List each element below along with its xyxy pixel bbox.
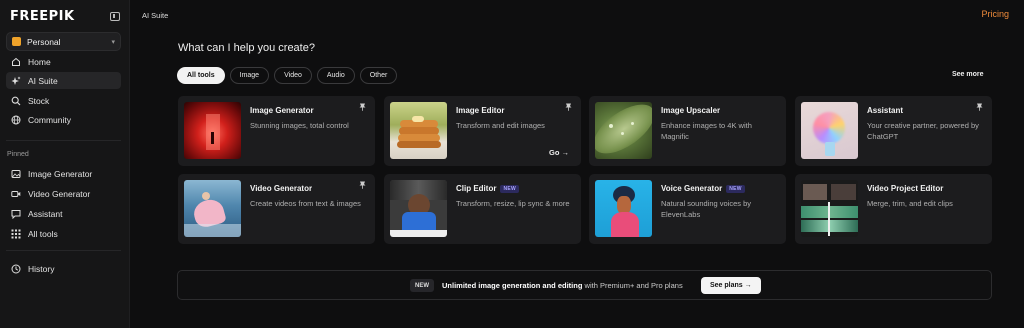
filter-other[interactable]: Other xyxy=(359,67,398,84)
new-badge: NEW xyxy=(500,184,520,193)
sidebar-divider xyxy=(6,250,121,251)
tool-card-clip-editor[interactable]: Clip Editor NEW Transform, resize, lip sy… xyxy=(384,174,581,244)
top-bar: AI Suite Pricing xyxy=(130,0,1024,32)
pinned-item-video-generator[interactable]: Video Generator xyxy=(6,185,121,202)
image-editor-thumbnail xyxy=(390,102,447,159)
nav-label: History xyxy=(28,263,55,274)
sidebar: FREEPIK Personal ▾ Home AI Suite Stock C… xyxy=(0,0,130,328)
tool-card-image-upscaler[interactable]: Image Upscaler Enhance images to 4K with… xyxy=(589,96,786,166)
tool-title: Image Generator xyxy=(250,106,314,115)
nav-item-community[interactable]: Community xyxy=(6,111,121,128)
tool-description: Your creative partner, powered by ChatGP… xyxy=(867,121,979,141)
app-root: FREEPIK Personal ▾ Home AI Suite Stock C… xyxy=(0,0,1024,328)
filter-tabs: All tools Image Video Audio Other xyxy=(177,67,398,84)
tool-card-image-editor[interactable]: Image Editor Transform and edit images G… xyxy=(384,96,581,166)
breadcrumb: AI Suite xyxy=(142,11,169,20)
video-icon xyxy=(11,189,21,199)
video-generator-thumbnail xyxy=(184,180,241,237)
tool-title: Video Generator xyxy=(250,184,313,193)
pinned-item-all-tools[interactable]: All tools xyxy=(6,225,121,242)
history-icon xyxy=(11,264,21,274)
nav-item-ai-suite[interactable]: AI Suite xyxy=(6,72,121,89)
see-more-link[interactable]: See more xyxy=(952,71,984,78)
workspace-avatar-icon xyxy=(12,37,21,46)
nav-label: Assistant xyxy=(28,208,63,219)
pinned-item-image-generator[interactable]: Image Generator xyxy=(6,165,121,182)
nav-label: Image Generator xyxy=(28,168,93,179)
assistant-thumbnail xyxy=(801,102,858,159)
workspace-label: Personal xyxy=(27,36,61,47)
new-badge: NEW xyxy=(726,184,745,193)
see-plans-button[interactable]: See plans → xyxy=(701,277,761,294)
tool-title: Image Editor xyxy=(456,106,505,115)
sparkle-icon xyxy=(11,76,21,86)
tool-title: Voice Generator NEW xyxy=(661,184,745,193)
nav-label: All tools xyxy=(28,228,58,239)
tool-description: Enhance images to 4K with Magnific xyxy=(661,121,752,141)
clip-editor-thumbnail xyxy=(390,180,447,237)
voice-generator-thumbnail xyxy=(595,180,652,237)
pinned-item-assistant[interactable]: Assistant xyxy=(6,205,121,222)
freepik-logo[interactable]: FREEPIK xyxy=(10,9,75,24)
tool-description: Merge, trim, and edit clips xyxy=(867,199,953,208)
tool-card-voice-generator[interactable]: Voice Generator NEW Natural sounding voic… xyxy=(589,174,786,244)
tool-card-image-generator[interactable]: Image Generator Stunning images, total c… xyxy=(178,96,375,166)
nav-item-home[interactable]: Home xyxy=(6,53,121,70)
nav-label: Stock xyxy=(28,95,50,106)
tool-description: Stunning images, total control xyxy=(250,121,349,130)
filter-video[interactable]: Video xyxy=(274,67,312,84)
pin-icon[interactable] xyxy=(565,103,572,111)
banner-new-badge: NEW xyxy=(410,279,434,292)
filter-all-tools[interactable]: All tools xyxy=(177,67,225,84)
filter-image[interactable]: Image xyxy=(229,67,270,84)
tool-card-video-project-editor[interactable]: Video Project Editor Merge, trim, and ed… xyxy=(795,174,992,244)
tool-title: Video Project Editor xyxy=(867,184,944,193)
image-generator-thumbnail xyxy=(184,102,241,159)
grid-icon xyxy=(11,229,21,239)
chevron-down-icon: ▾ xyxy=(111,38,115,46)
tool-description: Transform, resize, lip sync & more xyxy=(456,199,570,208)
tool-title: Clip Editor NEW xyxy=(456,184,520,193)
nav-label: Home xyxy=(28,56,51,67)
logo-row: FREEPIK xyxy=(10,8,120,24)
tool-description: Transform and edit images xyxy=(456,121,545,130)
pricing-link[interactable]: Pricing xyxy=(981,9,1009,19)
chat-icon xyxy=(11,209,21,219)
upgrade-banner: NEW Unlimited image generation and editi… xyxy=(177,270,992,300)
nav-item-stock[interactable]: Stock xyxy=(6,92,121,109)
workspace-selector[interactable]: Personal ▾ xyxy=(6,32,121,51)
pin-icon[interactable] xyxy=(976,103,983,111)
sidebar-divider xyxy=(6,140,121,141)
nav-label: AI Suite xyxy=(28,75,58,86)
filter-audio[interactable]: Audio xyxy=(316,67,355,84)
page-title: What can I help you create? xyxy=(178,42,315,54)
pin-icon[interactable] xyxy=(359,181,366,189)
tool-card-assistant[interactable]: Assistant Your creative partner, powered… xyxy=(795,96,992,166)
pin-icon[interactable] xyxy=(359,103,366,111)
pinned-section-label: Pinned xyxy=(7,151,29,158)
tool-description: Natural sounding voices by ElevenLabs xyxy=(661,199,752,219)
home-icon xyxy=(11,57,21,67)
tool-card-video-generator[interactable]: Video Generator Create videos from text … xyxy=(178,174,375,244)
search-icon xyxy=(11,96,21,106)
nav-label: Video Generator xyxy=(28,188,91,199)
nav-item-history[interactable]: History xyxy=(6,260,121,277)
video-project-editor-thumbnail xyxy=(801,180,858,237)
nav-label: Community xyxy=(28,114,71,125)
go-button[interactable]: Go → xyxy=(549,148,569,157)
tool-title: Image Upscaler xyxy=(661,106,721,115)
banner-text: Unlimited image generation and editing w… xyxy=(442,281,683,290)
tool-title: Assistant xyxy=(867,106,904,115)
collapse-sidebar-icon[interactable] xyxy=(110,11,120,21)
image-icon xyxy=(11,169,21,179)
tool-description: Create videos from text & images xyxy=(250,199,361,208)
image-upscaler-thumbnail xyxy=(595,102,652,159)
globe-icon xyxy=(11,115,21,125)
